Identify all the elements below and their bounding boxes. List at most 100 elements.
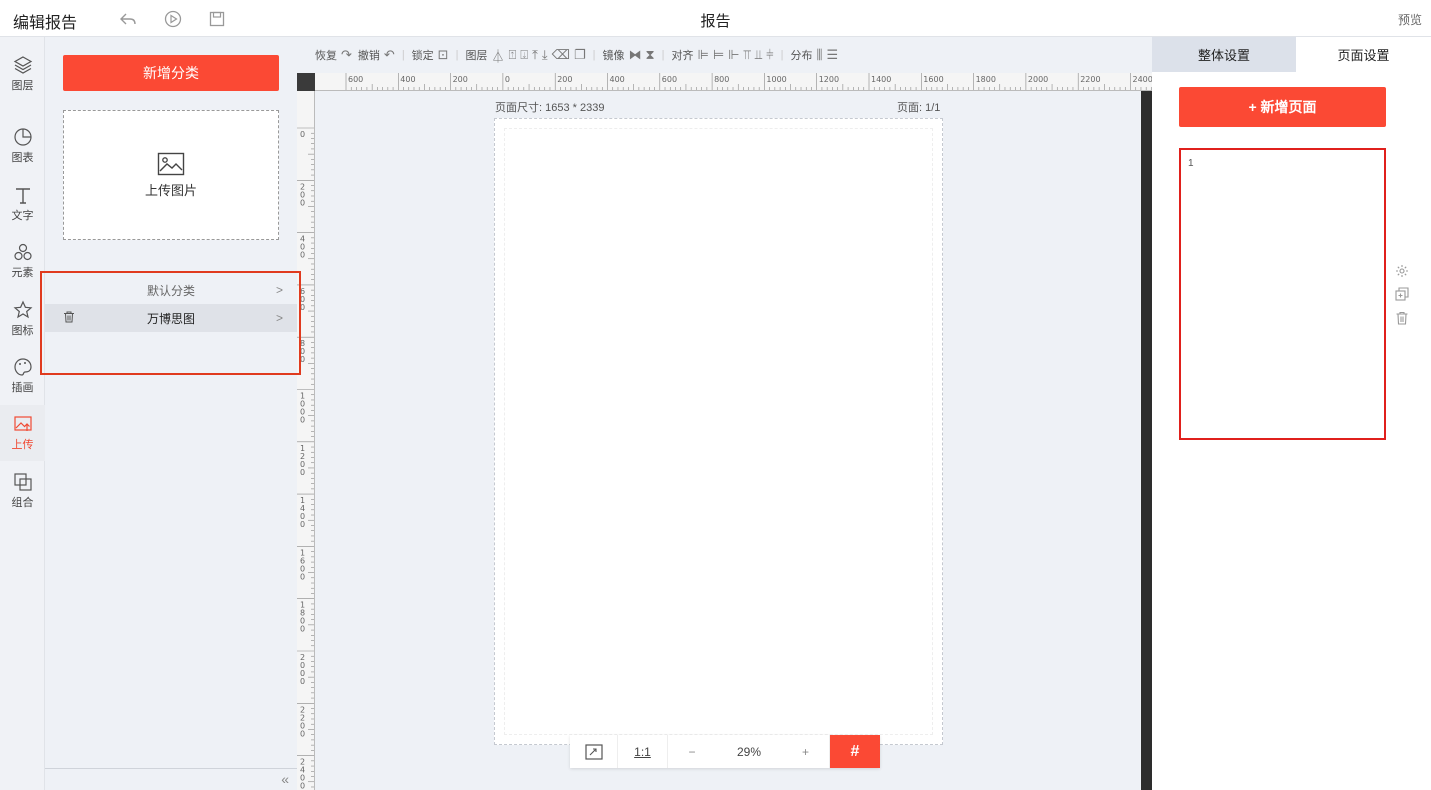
grid-toggle-button[interactable]: #: [830, 735, 880, 768]
back-icon[interactable]: [118, 9, 138, 29]
send-backward-icon[interactable]: ⍗: [520, 47, 528, 63]
lock-button[interactable]: 锁定 ⊡: [412, 47, 449, 63]
align-middle-v-icon[interactable]: ⫫: [755, 47, 762, 63]
image-icon: [157, 152, 185, 175]
trash-icon[interactable]: [63, 311, 75, 326]
fit-screen-button[interactable]: [570, 735, 618, 768]
align-group: 对齐 ⊫ ⊨ ⊩ ⫪ ⫫ ⫩: [671, 47, 773, 63]
ruler-corner: [297, 73, 315, 91]
add-page-button[interactable]: + 新增页面: [1179, 87, 1386, 127]
divider: |: [780, 49, 784, 61]
double-chevron-left-icon[interactable]: «: [281, 771, 289, 787]
sidebar-item-label: 图层: [11, 80, 34, 92]
distribute-label: 分布: [790, 50, 813, 62]
page-thumbnail-number: 1: [1188, 158, 1194, 169]
palette-icon: [13, 358, 32, 376]
save-icon[interactable]: [207, 9, 227, 29]
zoom-toolbar: 1:1 − 29% + #: [570, 735, 880, 768]
align-center-h-icon[interactable]: ⊨: [713, 47, 724, 63]
tab-global-settings[interactable]: 整体设置: [1152, 37, 1296, 72]
send-to-back-icon[interactable]: ⤓: [542, 47, 548, 63]
distribute-vertical-icon[interactable]: ☰: [826, 47, 838, 63]
editor-toolbar: 恢复 ↷ 撤销 ↶ | 锁定 ⊡ | 图层 ⏃ ⍐ ⍗ ⤒ ⤓ ⌫ ❐ | 镜像 ⧓ …: [297, 37, 1152, 73]
app-title: 编辑报告: [13, 15, 78, 32]
ruler-tick-label: 0: [300, 677, 305, 686]
sidebar-item-illustration[interactable]: 插画: [0, 348, 45, 404]
add-category-button[interactable]: 新增分类: [63, 55, 279, 91]
upload-panel: 新增分类 上传图片 默认分类 > 万博思图 > «: [45, 37, 297, 790]
ruler-tick-label: 200: [557, 75, 572, 84]
duplicate-page-icon[interactable]: [1394, 286, 1410, 302]
sidebar-item-upload[interactable]: 上传: [0, 405, 45, 461]
flip-horizontal-icon[interactable]: ⧓: [628, 47, 641, 63]
sidebar-item-text[interactable]: 文字: [0, 176, 45, 232]
divider: |: [401, 49, 405, 61]
left-icon-bar: 图层 图表 文字 元素 图标 插画 上传 组合: [0, 37, 45, 790]
category-row-default[interactable]: 默认分类 >: [45, 276, 297, 304]
ruler-tick-label: 0: [300, 303, 305, 312]
actual-size-button[interactable]: 1:1: [618, 735, 668, 768]
play-icon[interactable]: [163, 9, 183, 29]
ruler-tick-label: 1000: [766, 75, 786, 84]
upload-image-icon: [13, 416, 32, 431]
report-page[interactable]: [494, 118, 943, 745]
zoom-in-button[interactable]: +: [782, 735, 830, 768]
redo-button[interactable]: 恢复 ↷: [315, 47, 352, 63]
preview-button[interactable]: 预览: [1398, 11, 1422, 28]
category-row-custom[interactable]: 万博思图 >: [45, 304, 297, 332]
redo-icon: ↷: [341, 47, 352, 62]
zoom-out-button[interactable]: −: [668, 735, 716, 768]
upload-label: 上传图片: [144, 182, 197, 198]
vertical-ruler-ticks: 0200400600800100012001400160018002000220…: [297, 127, 314, 790]
trash-icon[interactable]: [1394, 310, 1410, 326]
flip-vertical-icon[interactable]: ⧗: [645, 47, 654, 63]
copy-icon[interactable]: ❐: [574, 47, 586, 63]
align-right-icon[interactable]: ⊩: [728, 47, 739, 63]
layer-stack-icon[interactable]: ⏃: [491, 46, 504, 65]
ruler-tick-label: 2200: [1080, 75, 1100, 84]
distribute-horizontal-icon[interactable]: ⫼: [816, 47, 822, 63]
chart-icon: [13, 128, 32, 146]
category-label: 默认分类: [146, 283, 195, 298]
ruler-tick-label: 0: [505, 75, 510, 84]
layers-icon: [13, 56, 32, 74]
align-bottom-icon[interactable]: ⫩: [766, 47, 773, 63]
undo-label: 撤销: [357, 50, 380, 62]
mirror-label: 镜像: [602, 50, 625, 62]
sidebar-item-layers[interactable]: 图层: [0, 46, 45, 102]
divider: |: [661, 49, 665, 61]
canvas-scrollbar[interactable]: [1141, 91, 1152, 790]
ruler-tick-label: 800: [714, 75, 729, 84]
fit-screen-icon: [584, 743, 603, 760]
ruler-tick-label: 600: [662, 75, 677, 84]
ruler-tick-label: 0: [300, 130, 305, 139]
ruler-tick-label: 0: [300, 782, 305, 790]
tab-page-settings[interactable]: 页面设置: [1296, 37, 1431, 72]
sidebar-item-icons[interactable]: 图标: [0, 291, 45, 347]
zoom-value: 29%: [736, 744, 762, 759]
align-top-icon[interactable]: ⫪: [743, 47, 750, 63]
settings-tabs: 整体设置 页面设置: [1152, 37, 1431, 72]
vertical-ruler[interactable]: 0200400600800100012001400160018002000220…: [297, 91, 315, 790]
sidebar-item-label: 图表: [11, 152, 34, 164]
undo-button[interactable]: 撤销 ↶: [358, 47, 395, 63]
delete-icon[interactable]: ⌫: [552, 47, 570, 63]
bring-to-front-icon[interactable]: ⤒: [532, 47, 538, 63]
page-thumbnail[interactable]: 1: [1179, 148, 1386, 440]
chevron-right-icon: >: [275, 283, 283, 297]
star-icon: [13, 300, 32, 319]
sidebar-item-label: 元素: [11, 267, 34, 279]
undo-icon: ↶: [383, 47, 395, 62]
collapse-panel-bar: «: [45, 768, 297, 790]
divider: |: [455, 49, 459, 61]
bring-forward-icon[interactable]: ⍐: [508, 47, 516, 63]
upload-image-dropzone[interactable]: 上传图片: [63, 110, 279, 240]
gear-icon[interactable]: [1394, 263, 1410, 279]
horizontal-ruler[interactable]: 600 400 200 0 200 400 600 800 1000 1200 1400 1600 18…: [315, 73, 1152, 91]
sidebar-item-combine[interactable]: 组合: [0, 463, 45, 519]
align-left-icon[interactable]: ⊫: [697, 47, 708, 63]
ruler-tick-label: 400: [400, 75, 415, 84]
sidebar-item-label: 文字: [11, 210, 34, 222]
sidebar-item-elements[interactable]: 元素: [0, 233, 45, 289]
sidebar-item-chart[interactable]: 图表: [0, 118, 45, 174]
